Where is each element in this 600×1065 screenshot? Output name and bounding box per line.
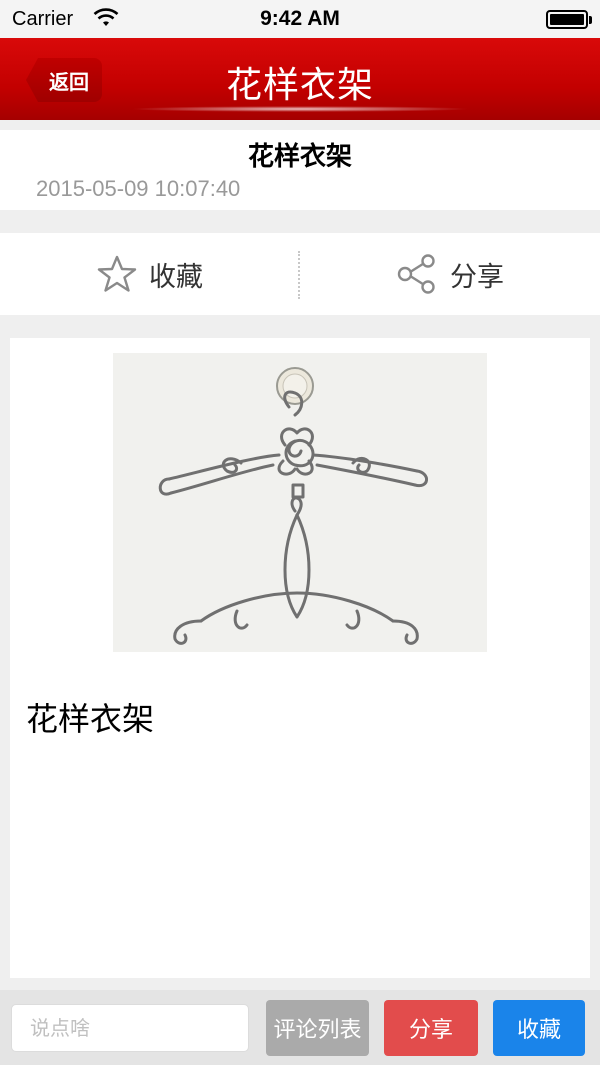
share-button[interactable]: 分享 (384, 1000, 478, 1056)
comment-list-button[interactable]: 评论列表 (266, 1000, 369, 1056)
navigation-bar: 返回 花样衣架 (0, 38, 600, 120)
bottom-toolbar: 评论列表 分享 收藏 (0, 990, 600, 1065)
article-body-text: 花样衣架 (26, 700, 155, 738)
favorite-action-label: 收藏 (149, 261, 203, 293)
favorite-action[interactable]: 收藏 (0, 233, 300, 315)
share-action[interactable]: 分享 (300, 233, 600, 315)
favorite-button[interactable]: 收藏 (493, 1000, 585, 1056)
action-bar: 收藏 分享 (0, 233, 600, 315)
battery-icon (546, 10, 592, 29)
share-action-label: 分享 (450, 261, 504, 293)
article-content: 花样衣架 (10, 338, 590, 978)
nav-title: 花样衣架 (225, 65, 374, 106)
article-title: 花样衣架 (247, 142, 352, 172)
article-header: 花样衣架 2015-05-09 10:07:40 (0, 130, 600, 210)
status-time: 9:42 AM (260, 7, 340, 30)
comment-input[interactable] (11, 1004, 249, 1052)
status-bar: Carrier 9:42 AM (0, 0, 600, 38)
article-date: 2015-05-09 10:07:40 (36, 176, 241, 201)
article-image[interactable] (113, 353, 487, 652)
star-outline-icon (97, 255, 137, 292)
share-nodes-icon (397, 254, 435, 294)
nav-highlight (130, 106, 470, 112)
